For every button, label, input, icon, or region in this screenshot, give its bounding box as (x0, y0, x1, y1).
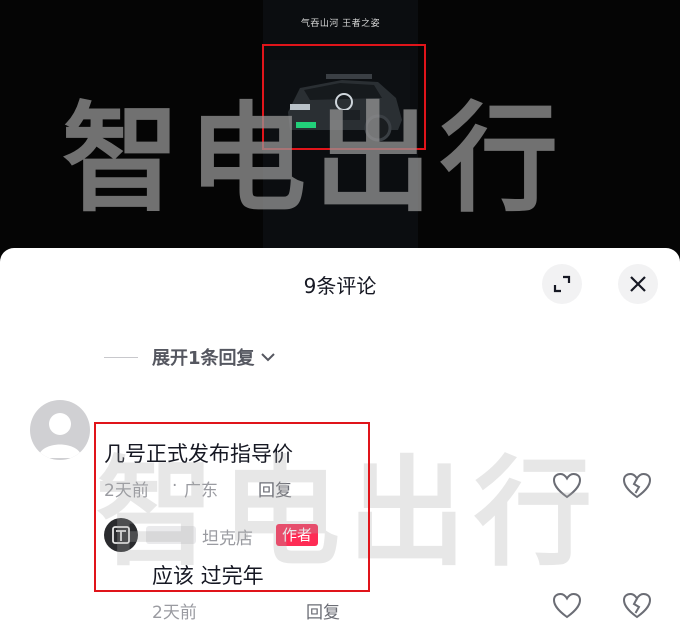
expand-fullscreen-button[interactable] (542, 264, 582, 304)
watermark-text: 智电出行 (62, 90, 567, 228)
chevron-down-icon (260, 353, 275, 362)
user-icon (38, 413, 82, 458)
reply-reply-button[interactable]: 回复 (306, 598, 340, 623)
avatar[interactable] (30, 400, 90, 460)
close-button[interactable] (618, 264, 658, 304)
expand-replies-button[interactable]: 展开1条回复 (104, 344, 277, 370)
video-caption: 气吞山河 王者之姿 (300, 19, 381, 29)
reply-dislike-icon[interactable] (622, 592, 652, 620)
close-icon (630, 276, 646, 292)
reply-time: 2天前 (152, 603, 197, 623)
dislike-icon[interactable] (622, 472, 652, 500)
watermark-top: 智电出行 (62, 100, 566, 218)
divider (104, 356, 138, 358)
highlight-box-comment (94, 422, 370, 592)
fullscreen-icon (553, 275, 571, 293)
reply-like-icon[interactable] (552, 592, 582, 620)
expand-replies-label: 展开1条回复 (152, 348, 255, 369)
